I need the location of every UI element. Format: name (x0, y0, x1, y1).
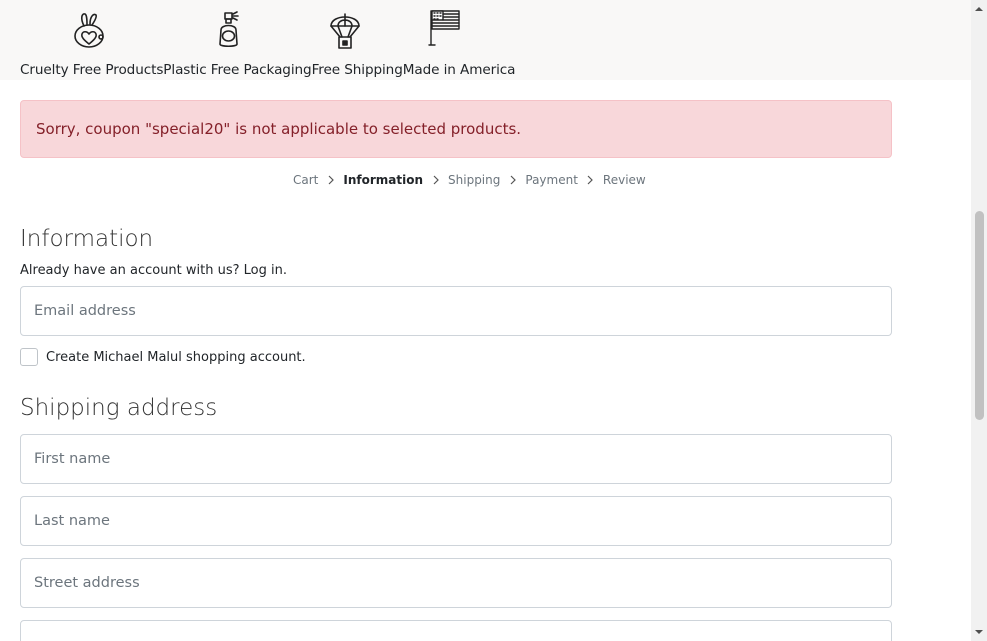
breadcrumb-information: Information (343, 173, 424, 187)
apartment-field[interactable] (20, 620, 892, 641)
first-name-field[interactable] (20, 434, 892, 484)
rabbit-heart-icon (70, 10, 110, 50)
feature-label-free-shipping: Free Shipping (311, 62, 403, 78)
feature-label-cruelty-free: Cruelty Free Products (20, 62, 164, 78)
chevron-right-icon (318, 175, 343, 185)
checkout-breadcrumb: Cart Information Shipping Payment Review (293, 173, 646, 187)
shipping-address-heading: Shipping address (20, 395, 218, 421)
breadcrumb-review: Review (602, 173, 646, 187)
login-prompt-text: Already have an account with us? (20, 263, 240, 278)
breadcrumb-payment: Payment (525, 173, 578, 187)
create-account-label[interactable]: Create Michael Malul shopping account. (46, 350, 306, 365)
information-heading: Information (20, 226, 154, 252)
create-account-checkbox[interactable] (20, 348, 38, 366)
page-scrollbar[interactable] (971, 0, 987, 641)
feature-label-made-in-america: Made in America (402, 62, 516, 78)
us-flag-icon (426, 7, 466, 47)
login-link[interactable]: Log in. (244, 263, 287, 278)
login-prompt: Already have an account with us? Log in. (20, 263, 287, 278)
scrollbar-thumb[interactable] (975, 211, 984, 420)
street-address-field[interactable] (20, 558, 892, 608)
feature-label-plastic-free: Plastic Free Packaging (163, 62, 312, 78)
create-account-option[interactable]: Create Michael Malul shopping account. (20, 348, 306, 366)
features-banner: Cruelty Free Products Plastic Free Packa… (0, 0, 971, 80)
parachute-box-icon (325, 10, 365, 50)
breadcrumb-shipping: Shipping (448, 173, 501, 187)
perfume-bottle-icon (209, 10, 249, 50)
chevron-right-icon (500, 175, 525, 185)
chevron-right-icon (578, 175, 603, 185)
alert-message: Sorry, coupon "special20" is not applica… (36, 120, 522, 138)
last-name-field[interactable] (20, 496, 892, 546)
scroll-down-arrow-icon[interactable] (975, 628, 983, 636)
email-field[interactable] (20, 286, 892, 336)
scroll-up-arrow-icon[interactable] (975, 5, 983, 13)
breadcrumb-cart[interactable]: Cart (293, 173, 318, 187)
coupon-error-alert: Sorry, coupon "special20" is not applica… (20, 100, 892, 158)
chevron-right-icon (423, 175, 448, 185)
